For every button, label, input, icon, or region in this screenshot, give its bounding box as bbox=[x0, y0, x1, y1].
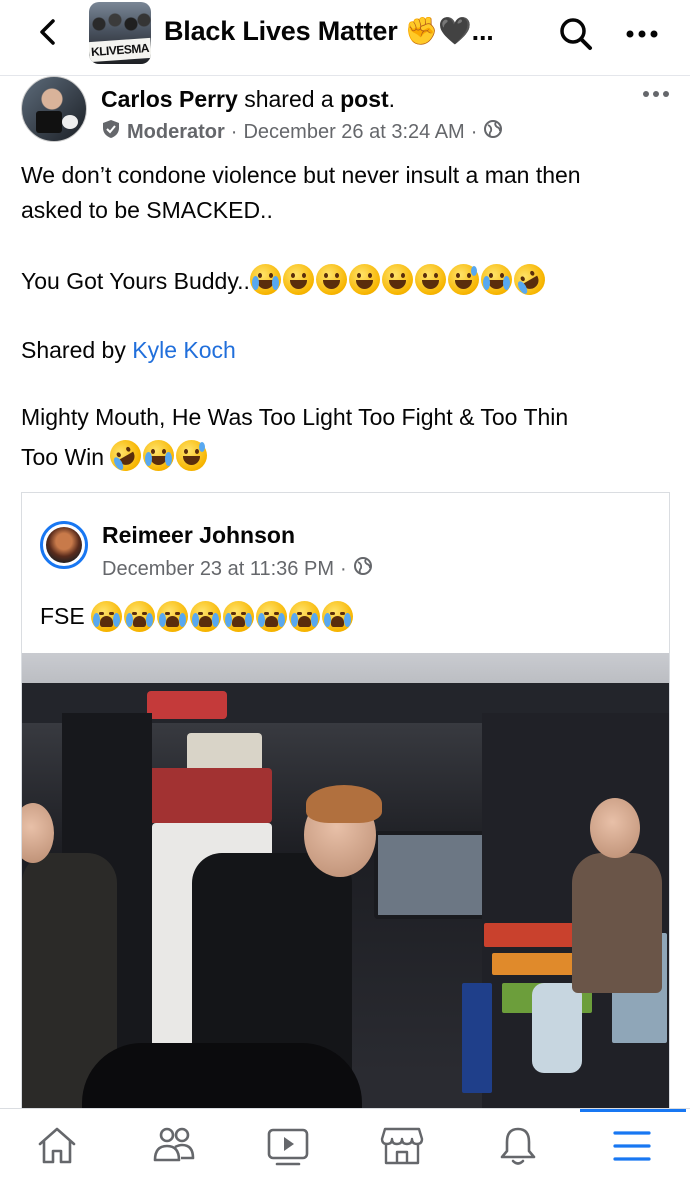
menu-icon[interactable] bbox=[607, 1123, 657, 1169]
loudly-crying-emoji-icon bbox=[156, 601, 188, 632]
shared-post-text: FSE bbox=[40, 601, 353, 632]
tears-of-joy-emoji-icon bbox=[143, 440, 175, 472]
post-text-line-1: We don’t condone violence but never insu… bbox=[21, 162, 581, 188]
loudly-crying-emoji-icon bbox=[123, 601, 155, 632]
group-avatar-photo bbox=[89, 10, 151, 40]
shared-author-avatar[interactable] bbox=[40, 521, 88, 569]
shared-meta-separator: · bbox=[339, 557, 347, 580]
post-author-name[interactable]: Carlos Perry bbox=[101, 86, 238, 112]
right-person-head bbox=[590, 798, 640, 858]
post-text-line-6-text: Too Win bbox=[21, 444, 105, 470]
loudly-crying-emoji-icon bbox=[222, 601, 254, 632]
group-avatar-banner-text: KLIVESMA bbox=[89, 37, 151, 63]
grinning-sweat-emoji-icon bbox=[176, 440, 208, 472]
register-screen bbox=[374, 831, 492, 919]
globe-icon bbox=[353, 556, 373, 582]
loudly-crying-emoji-icon bbox=[189, 601, 221, 632]
globe-icon bbox=[483, 119, 503, 145]
avatar-shirt-graphic bbox=[36, 111, 62, 133]
right-person bbox=[572, 853, 662, 993]
shared-post-card[interactable]: Reimeer Johnson December 23 at 11:36 PM … bbox=[21, 492, 670, 1112]
bottom-nav bbox=[0, 1108, 690, 1183]
post-text-line-6: Too Win bbox=[21, 434, 208, 478]
grinning-face-emoji-icon bbox=[414, 264, 446, 296]
smiling-face-emoji-icon bbox=[381, 264, 413, 296]
loudly-crying-emoji-icon bbox=[288, 601, 320, 632]
shared-video-thumbnail[interactable] bbox=[22, 653, 669, 1112]
crying-emoji-row bbox=[90, 601, 353, 632]
top-bar: KLIVESMA Black Lives Matter ✊🖤... bbox=[0, 0, 690, 76]
avatar-badge-graphic bbox=[62, 115, 78, 129]
post-text-line-3: You Got Yours Buddy.. bbox=[21, 258, 551, 302]
group-avatar[interactable]: KLIVESMA bbox=[89, 2, 151, 64]
grinning-sweat-emoji-icon bbox=[447, 264, 479, 296]
post-action-link[interactable]: post bbox=[340, 86, 389, 112]
post-timestamp[interactable]: December 26 at 3:24 AM bbox=[243, 121, 464, 144]
friends-icon[interactable] bbox=[148, 1123, 198, 1169]
tears-of-joy-emoji-icon bbox=[480, 264, 512, 296]
shared-by-line: Shared by Kyle Koch bbox=[21, 333, 236, 367]
more-options-icon[interactable] bbox=[620, 14, 664, 54]
emoji-row-1 bbox=[249, 258, 551, 302]
squinting-face-emoji-icon bbox=[282, 264, 314, 296]
moderator-label: Moderator bbox=[127, 120, 225, 143]
blue-bottles bbox=[462, 983, 492, 1093]
marketplace-icon[interactable] bbox=[377, 1123, 427, 1169]
tears-of-joy-emoji-icon bbox=[249, 264, 281, 296]
promo-sign bbox=[132, 768, 272, 823]
rolling-laughing-emoji-icon bbox=[508, 258, 551, 302]
meta-separator-2: · bbox=[470, 120, 478, 143]
loudly-crying-emoji-icon bbox=[321, 601, 353, 632]
notifications-icon[interactable] bbox=[493, 1123, 543, 1169]
active-tab-indicator bbox=[580, 1109, 686, 1112]
back-icon[interactable] bbox=[30, 14, 66, 50]
meta-separator: · bbox=[230, 120, 238, 143]
post-more-icon[interactable] bbox=[636, 84, 676, 104]
shared-by-name-link[interactable]: Kyle Koch bbox=[132, 337, 236, 363]
shared-author-name[interactable]: Reimeer Johnson bbox=[102, 522, 295, 549]
post-action-text: shared a bbox=[244, 86, 334, 112]
grinning-face-emoji-icon bbox=[315, 264, 347, 296]
loudly-crying-emoji-icon bbox=[255, 601, 287, 632]
shared-post-text-value: FSE bbox=[40, 603, 85, 629]
search-icon[interactable] bbox=[556, 14, 596, 54]
emoji-row-2 bbox=[104, 434, 208, 478]
post-meta: Moderator · December 26 at 3:24 AM · bbox=[101, 119, 503, 145]
grinning-face-emoji-icon bbox=[348, 264, 380, 296]
period: . bbox=[388, 86, 396, 112]
watch-icon[interactable] bbox=[263, 1123, 313, 1169]
post-author-line: Carlos Perry shared a post. bbox=[101, 86, 395, 113]
shared-post-meta: December 23 at 11:36 PM · bbox=[102, 556, 373, 582]
shared-post-timestamp[interactable]: December 23 at 11:36 PM bbox=[102, 558, 334, 581]
post-text-line-5: Mighty Mouth, He Was Too Light Too Fight… bbox=[21, 404, 569, 430]
loudly-crying-emoji-icon bbox=[90, 601, 122, 632]
shared-by-prefix: Shared by bbox=[21, 337, 126, 363]
author-avatar[interactable] bbox=[21, 76, 87, 142]
store-sign bbox=[147, 691, 227, 719]
group-title[interactable]: Black Lives Matter ✊🖤... bbox=[164, 15, 494, 47]
moderator-shield-icon bbox=[101, 119, 121, 145]
center-person-hair bbox=[306, 785, 382, 823]
rolling-laughing-emoji-icon bbox=[104, 434, 148, 478]
post-text-line-3-text: You Got Yours Buddy.. bbox=[21, 268, 250, 294]
shared-author-avatar-photo bbox=[46, 527, 82, 563]
post-text-line-2: asked to be SMACKED.. bbox=[21, 197, 273, 223]
water-jug bbox=[532, 983, 582, 1073]
foreground-head bbox=[82, 1043, 362, 1112]
home-icon[interactable] bbox=[32, 1123, 82, 1169]
